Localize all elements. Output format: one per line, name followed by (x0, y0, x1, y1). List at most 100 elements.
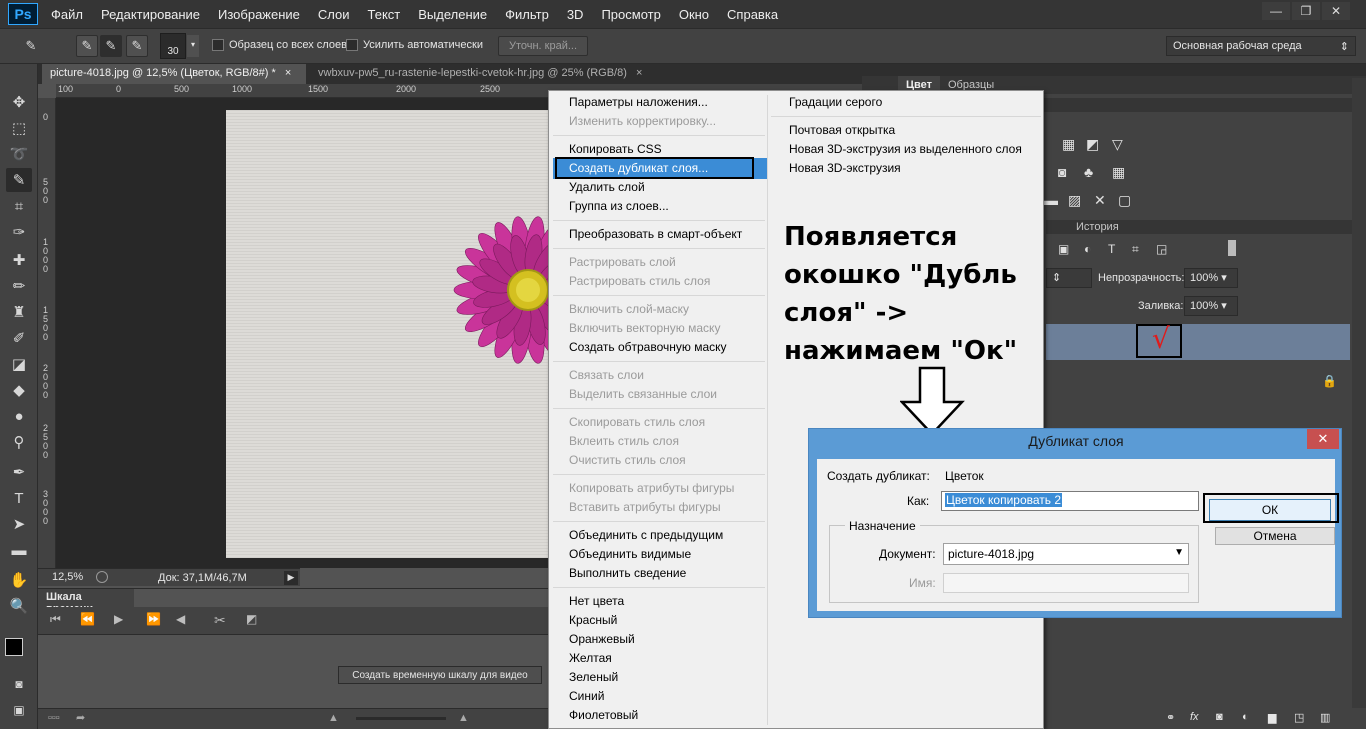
status-menu-icon[interactable]: ▶ (284, 571, 298, 585)
layer-name-input[interactable]: Цветок копировать 2 (941, 491, 1199, 511)
context-menu-item[interactable]: Группа из слоев... (569, 197, 669, 216)
zoom-slider[interactable] (356, 717, 446, 720)
name-input[interactable] (943, 573, 1189, 593)
next-frame-icon[interactable]: ⏩ (146, 612, 161, 626)
foreground-color-swatch[interactable] (5, 638, 23, 656)
previous-frame-icon[interactable]: ⏪ (80, 612, 95, 626)
opacity-input[interactable]: 100% ▾ (1184, 268, 1238, 288)
eyedropper-tool-icon[interactable]: ✑ (6, 220, 32, 244)
convert-icon[interactable]: ➦ (76, 711, 85, 724)
document-select[interactable]: picture-4018.jpg ▼ (943, 543, 1189, 565)
zoom-in-icon[interactable]: ▲ (458, 712, 469, 724)
menu-window[interactable]: Окно (670, 7, 718, 22)
filter-type-icon[interactable]: T (1108, 242, 1115, 256)
context-menu-item[interactable]: Преобразовать в смарт-объект (569, 225, 742, 244)
play-icon[interactable]: ▶ (114, 612, 123, 626)
menu-filter[interactable]: Фильтр (496, 7, 558, 22)
menu-3d[interactable]: 3D (558, 7, 593, 22)
new-selection-icon[interactable]: ✎ (76, 35, 98, 57)
restore-icon[interactable]: ❐ (1292, 2, 1320, 20)
gradient-map-icon[interactable]: ▽ (1112, 136, 1123, 153)
menu-select[interactable]: Выделение (409, 7, 496, 22)
tab-picture-4018[interactable]: picture-4018.jpg @ 12,5% (Цветок, RGB/8#… (42, 64, 306, 84)
move-tool-icon[interactable]: ✥ (6, 90, 32, 114)
curves-icon[interactable]: ◩ (1086, 136, 1099, 153)
context-menu-item[interactable]: Желтая (569, 649, 612, 668)
blend-mode-select[interactable]: ⇕ (1046, 268, 1092, 288)
posterize-icon[interactable]: ▨ (1068, 192, 1081, 209)
history-brush-tool-icon[interactable]: ✐ (6, 326, 32, 350)
first-frame-icon[interactable]: ⏮ (50, 612, 61, 627)
screen-mode-icon[interactable]: ▣ (6, 698, 32, 722)
lasso-tool-icon[interactable]: ➰ (6, 142, 32, 166)
clone-stamp-tool-icon[interactable]: ♜ (6, 300, 32, 324)
context-menu-item[interactable]: Зеленый (569, 668, 618, 687)
filter-pixel-icon[interactable]: ▣ (1058, 242, 1069, 256)
refine-edge-button[interactable]: Уточн. край... (498, 36, 588, 56)
grid-icon[interactable]: ▫▫▫ (48, 712, 60, 724)
transition-icon[interactable]: ◩ (246, 612, 257, 626)
document-image[interactable] (226, 110, 552, 558)
filter-adjustment-icon[interactable]: ◐ (1084, 242, 1091, 256)
crop-tool-icon[interactable]: ⌗ (6, 194, 32, 218)
context-menu-item[interactable]: Объединить видимые (569, 545, 691, 564)
close-icon[interactable]: ✕ (1307, 429, 1339, 449)
filter-smart-object-icon[interactable]: ◲ (1156, 242, 1167, 256)
panel-scrollbar[interactable] (1352, 78, 1366, 708)
panel-collapse-bar[interactable] (862, 64, 1366, 76)
color-lookup-icon[interactable]: ▦ (1112, 164, 1125, 181)
context-menu-item[interactable]: Удалить слой (569, 178, 645, 197)
type-tool-icon[interactable]: T (6, 486, 32, 510)
audio-icon[interactable]: ◀ (176, 612, 185, 626)
workspace-select[interactable]: Основная рабочая среда ⇕ (1166, 36, 1356, 56)
tab-history[interactable]: История (1068, 218, 1127, 236)
auto-enhance-checkbox[interactable]: Усилить автоматически (346, 39, 483, 52)
context-menu-item[interactable]: Создать обтравочную маску (569, 338, 727, 357)
selective-color-icon[interactable]: ▢ (1118, 192, 1131, 209)
menu-help[interactable]: Справка (718, 7, 787, 22)
context-menu-item[interactable]: Оранжевый (569, 630, 635, 649)
context-menu-item[interactable]: Нет цвета (569, 592, 624, 611)
threshold-icon[interactable]: ✕ (1094, 192, 1106, 209)
brush-size-picker[interactable]: 30 (160, 33, 186, 59)
marquee-tool-icon[interactable]: ⬚ (6, 116, 32, 140)
path-selection-tool-icon[interactable]: ➤ (6, 512, 32, 536)
new-group-icon[interactable]: ▆ (1268, 711, 1276, 724)
subtract-selection-icon[interactable]: ✎ (126, 35, 148, 57)
close-icon[interactable]: ✕ (1322, 2, 1350, 20)
status-icon[interactable] (96, 571, 108, 583)
eraser-tool-icon[interactable]: ◪ (6, 352, 32, 376)
hand-tool-icon[interactable]: ✋ (6, 568, 32, 592)
zoom-out-icon[interactable]: ▲ (328, 712, 339, 724)
brush-dropdown-icon[interactable]: ▾ (187, 35, 199, 57)
scissors-icon[interactable]: ✂ (214, 612, 226, 629)
context-menu-item[interactable]: Новая 3D-экструзия из выделенного слоя (789, 140, 1022, 159)
healing-brush-tool-icon[interactable]: ✚ (6, 248, 32, 272)
sample-all-layers-checkbox[interactable]: Образец со всех слоев (212, 39, 347, 52)
filter-shape-icon[interactable]: ⌗ (1132, 242, 1139, 257)
minimize-icon[interactable]: — (1262, 2, 1290, 20)
paint-bucket-tool-icon[interactable]: ◆ (6, 378, 32, 402)
dodge-tool-icon[interactable]: ⚲ (6, 430, 32, 454)
add-mask-icon[interactable]: ◙ (1216, 711, 1223, 723)
context-menu-item[interactable]: Синий (569, 687, 604, 706)
filter-toggle[interactable] (1228, 240, 1236, 256)
add-selection-icon[interactable]: ✎ (100, 35, 122, 57)
fx-icon[interactable]: fx (1190, 711, 1199, 723)
rectangle-tool-icon[interactable]: ▬ (6, 538, 32, 562)
menu-edit[interactable]: Редактирование (92, 7, 209, 22)
levels-icon[interactable]: ▦ (1062, 136, 1075, 153)
menu-layers[interactable]: Слои (309, 7, 359, 22)
pen-tool-icon[interactable]: ✒ (6, 460, 32, 484)
quick-selection-tool-icon[interactable]: ✎ (6, 168, 32, 192)
menu-type[interactable]: Текст (359, 7, 410, 22)
link-layers-icon[interactable]: ⚭ (1166, 711, 1175, 724)
zoom-level[interactable]: 12,5% (52, 571, 83, 583)
context-menu-item[interactable]: Красный (569, 611, 617, 630)
brush-tool-icon[interactable]: ✏ (6, 274, 32, 298)
zoom-tool-icon[interactable]: 🔍 (6, 594, 32, 618)
quick-mask-icon[interactable]: ◙ (6, 672, 32, 696)
fill-input[interactable]: 100% ▾ (1184, 296, 1238, 316)
blur-tool-icon[interactable]: ● (6, 404, 32, 428)
quick-selection-tool-icon[interactable]: ✎ (20, 35, 42, 57)
